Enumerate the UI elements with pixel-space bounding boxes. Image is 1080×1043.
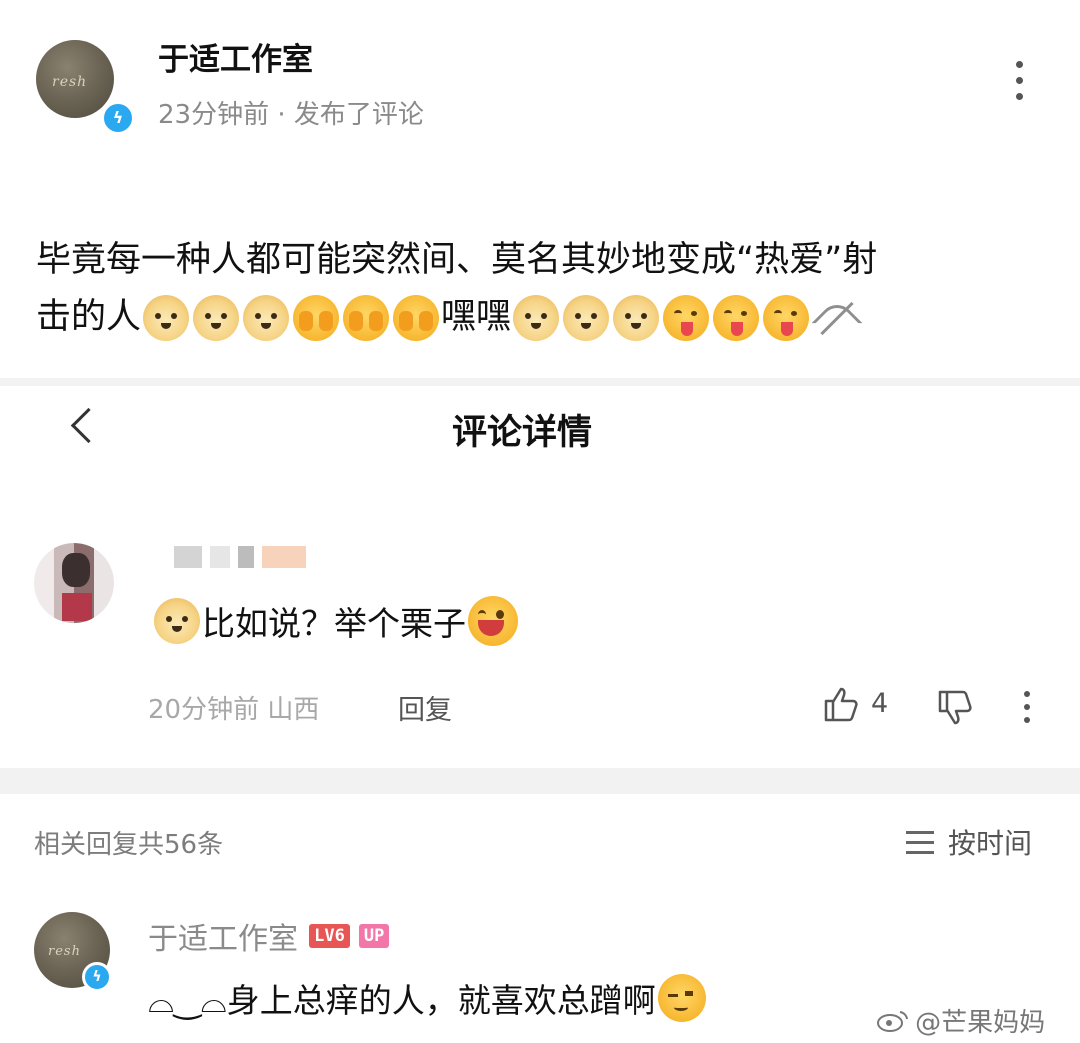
tongue-face-emoji-icon xyxy=(663,295,710,341)
comment-body: 比如说？举个栗子 xyxy=(152,596,520,646)
tongue-face-emoji-icon xyxy=(763,295,810,341)
verified-badge-icon: ϟ xyxy=(101,101,135,135)
comment-time-location: 20分钟前 山西 xyxy=(148,695,320,725)
dog-emoji-icon xyxy=(513,295,560,341)
up-badge: UP xyxy=(358,924,390,948)
post-text-line2: 击的人 嘿嘿 xyxy=(36,289,1056,346)
post-text-middle: 嘿嘿 xyxy=(441,297,512,337)
more-options-icon[interactable] xyxy=(1016,61,1023,109)
reply-author-name[interactable]: 于适工作室 xyxy=(148,922,298,957)
verified-badge-icon: ϟ xyxy=(82,962,112,992)
post-body: 毕竟每一种人都可能突然间、莫名其妙地变成“热爱”射 击的人 嘿嘿 xyxy=(36,232,1056,346)
post-text-line2-prefix: 击的人 xyxy=(36,297,142,337)
reply-text: ⌓‿⌓身上总痒的人，就喜欢总蹭啊 xyxy=(148,981,656,1020)
page-title: 评论详情 xyxy=(452,413,593,453)
avatar-scribble: resh xyxy=(52,74,88,90)
author-avatar[interactable]: resh xyxy=(36,40,114,118)
commenter-name-blurred[interactable] xyxy=(174,546,314,572)
post-text-line1: 毕竟每一种人都可能突然间、莫名其妙地变成“热爱”射 xyxy=(36,240,878,280)
hide-face-emoji-icon xyxy=(293,295,340,341)
comment-text: 比如说？举个栗子 xyxy=(202,604,466,643)
hide-face-emoji-icon xyxy=(393,295,440,341)
comment-more-icon[interactable] xyxy=(1024,691,1030,732)
watermark-text: @芒果妈妈 xyxy=(915,1008,1046,1038)
reply-author-row: 于适工作室 LV6 UP xyxy=(148,914,390,958)
thumbs-up-icon xyxy=(824,687,858,722)
level-badge: LV6 xyxy=(309,924,350,948)
bow-arrow-emoji-icon xyxy=(813,295,859,341)
commenter-avatar[interactable] xyxy=(34,543,114,623)
post-meta: 23分钟前 · 发布了评论 xyxy=(158,100,424,130)
watermark: @芒果妈妈 xyxy=(876,1002,1045,1039)
post-author-name[interactable]: 于适工作室 xyxy=(158,34,313,79)
smirk-emoji-icon xyxy=(657,974,706,1022)
chevron-left-icon[interactable] xyxy=(70,407,107,444)
dog-emoji-icon xyxy=(613,295,660,341)
dog-crown-emoji-icon xyxy=(243,295,290,341)
thumbs-down-icon xyxy=(938,690,972,725)
reply-button[interactable]: 回复 xyxy=(398,688,452,727)
tongue-face-emoji-icon xyxy=(713,295,760,341)
sort-by-time-button[interactable]: 按时间 xyxy=(948,822,1032,862)
dog-emoji-icon xyxy=(563,295,610,341)
reply-body: ⌓‿⌓身上总痒的人，就喜欢总蹭啊 xyxy=(148,974,708,1022)
section-divider xyxy=(0,768,1080,794)
like-button[interactable] xyxy=(820,684,860,728)
weibo-logo-icon xyxy=(877,1010,908,1032)
dog-crown-emoji-icon xyxy=(154,598,200,644)
hide-face-emoji-icon xyxy=(343,295,390,341)
related-replies-count: 相关回复共56条 xyxy=(34,830,224,860)
dog-crown-emoji-icon xyxy=(143,295,190,341)
section-divider xyxy=(0,378,1080,386)
dog-crown-emoji-icon xyxy=(193,295,240,341)
like-count: 4 xyxy=(871,688,889,719)
avatar-scribble: resh xyxy=(48,944,81,959)
sort-icon[interactable] xyxy=(906,831,934,861)
dislike-button[interactable] xyxy=(934,688,974,732)
laughing-emoji-icon xyxy=(468,596,518,646)
